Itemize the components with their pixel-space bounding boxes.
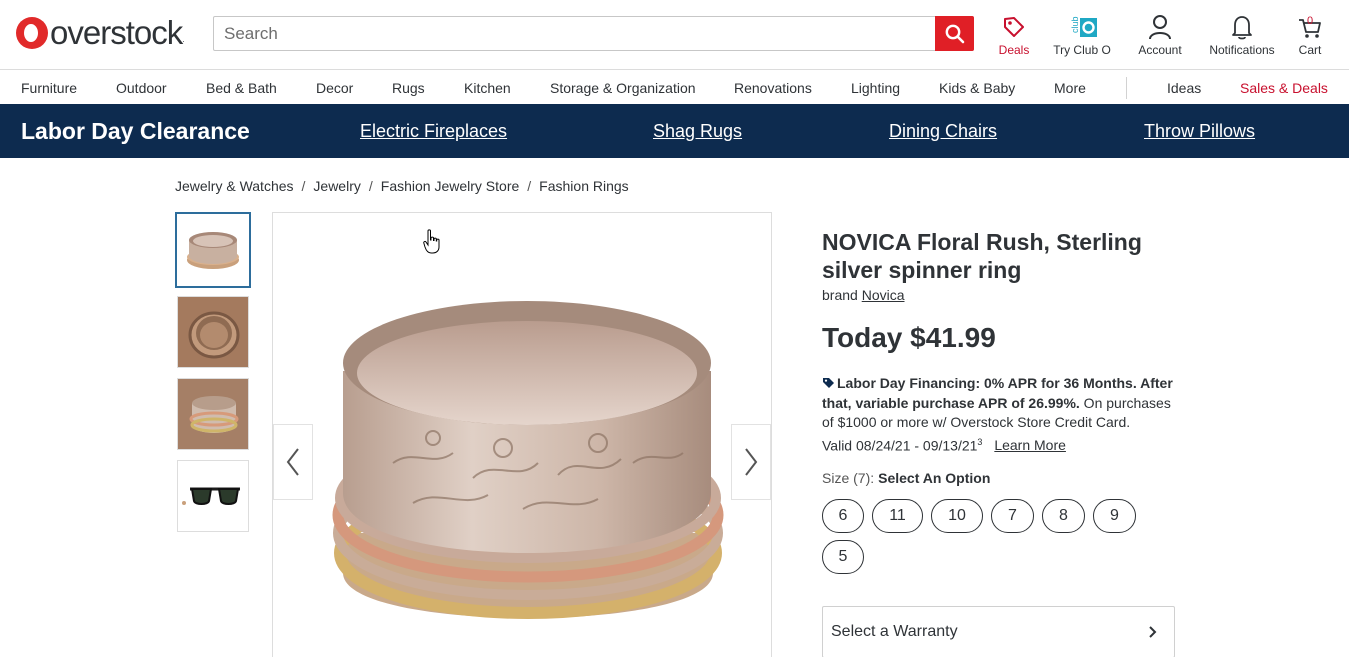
- product-brand: brand Novica: [822, 287, 905, 303]
- search-bar: [213, 16, 974, 51]
- nav-item-furniture[interactable]: Furniture: [21, 80, 77, 96]
- size-option-8[interactable]: 8: [1042, 499, 1085, 533]
- nav-item-more[interactable]: More: [1054, 80, 1086, 96]
- deals-link[interactable]: Deals: [996, 14, 1032, 57]
- financing-footnote: 3: [977, 436, 983, 447]
- brand-link[interactable]: Novica: [862, 287, 905, 303]
- size-label-text: Size (7):: [822, 470, 875, 486]
- notifications-link[interactable]: Notifications: [1206, 14, 1278, 57]
- banner-link-shag-rugs[interactable]: Shag Rugs: [653, 121, 742, 142]
- account-link[interactable]: Account: [1136, 14, 1184, 57]
- cart-label: Cart: [1298, 43, 1322, 57]
- thumbnail-1[interactable]: [175, 212, 251, 288]
- ring-top-view-image: [178, 297, 248, 367]
- nav-item-storage[interactable]: Storage & Organization: [550, 80, 696, 96]
- main-product-image[interactable]: [272, 212, 772, 657]
- tag-icon: [1004, 17, 1024, 37]
- cart-link[interactable]: 0 Cart: [1293, 14, 1327, 57]
- breadcrumb: Jewelry & Watches / Jewelry / Fashion Je…: [175, 178, 629, 194]
- breadcrumb-fashion-rings[interactable]: Fashion Rings: [539, 178, 629, 194]
- learn-more-link[interactable]: Learn More: [994, 437, 1066, 453]
- image-prev-button[interactable]: [273, 424, 313, 500]
- nav-item-sales-deals[interactable]: Sales & Deals: [1240, 80, 1328, 96]
- nav-item-rugs[interactable]: Rugs: [392, 80, 425, 96]
- club-o-label: Try Club O: [1053, 43, 1111, 57]
- site-header: overstock . Deals club Try C: [0, 0, 1349, 70]
- chevron-right-icon: [745, 448, 758, 476]
- user-icon: [1149, 15, 1171, 40]
- notifications-label: Notifications: [1209, 43, 1275, 57]
- size-option-7[interactable]: 7: [991, 499, 1034, 533]
- bell-icon: [1232, 16, 1252, 40]
- spinner-ring-image: [332, 301, 724, 619]
- chevron-left-icon: [286, 448, 299, 476]
- chevron-right-icon: [1149, 626, 1157, 638]
- size-option-10[interactable]: 10: [931, 499, 983, 533]
- banner-link-throw-pillows[interactable]: Throw Pillows: [1144, 121, 1255, 142]
- logo-mark-icon: [16, 17, 48, 49]
- thumbnail-3[interactable]: [177, 378, 249, 450]
- product-price: Today $41.99: [822, 322, 996, 353]
- deals-label: Deals: [998, 43, 1030, 57]
- account-label: Account: [1138, 43, 1182, 57]
- overstock-logo[interactable]: overstock .: [16, 14, 185, 51]
- banner-title: Labor Day Clearance: [21, 118, 250, 144]
- breadcrumb-separator: /: [368, 178, 373, 194]
- size-prompt: Select An Option: [878, 470, 991, 486]
- ring-thumbnail-image: [187, 232, 239, 269]
- warranty-label: Select a Warranty: [831, 623, 958, 640]
- brand-label: brand: [822, 287, 858, 303]
- ring-side-view-image: [178, 379, 248, 449]
- nav-item-ideas[interactable]: Ideas: [1167, 80, 1201, 96]
- thumbnail-2[interactable]: [177, 296, 249, 368]
- club-badge-text: club: [1070, 16, 1080, 33]
- nav-item-kids-baby[interactable]: Kids & Baby: [939, 80, 1015, 96]
- size-option-11[interactable]: 11: [872, 499, 923, 533]
- financing-valid-dates: Valid 08/24/21 - 09/13/21: [822, 437, 978, 454]
- search-input[interactable]: [214, 17, 935, 50]
- nav-item-outdoor[interactable]: Outdoor: [116, 80, 167, 96]
- size-selector-label: Size (7): Select An Option: [822, 470, 990, 486]
- size-option-6[interactable]: 6: [822, 499, 864, 533]
- logo-trademark: .: [182, 35, 185, 44]
- nav-item-kitchen[interactable]: Kitchen: [464, 80, 511, 96]
- nav-item-lighting[interactable]: Lighting: [851, 80, 900, 96]
- thumbnail-4[interactable]: [177, 460, 249, 532]
- hand-cursor-icon: [423, 229, 441, 260]
- size-option-5[interactable]: 5: [822, 540, 864, 574]
- breadcrumb-separator: /: [301, 178, 306, 194]
- nav-item-renovations[interactable]: Renovations: [734, 80, 812, 96]
- nav-item-bed-bath[interactable]: Bed & Bath: [206, 80, 277, 96]
- warranty-selector[interactable]: Select a Warranty: [822, 606, 1175, 657]
- banner-link-electric-fireplaces[interactable]: Electric Fireplaces: [360, 121, 507, 142]
- category-nav: Furniture Outdoor Bed & Bath Decor Rugs …: [0, 71, 1349, 104]
- breadcrumb-separator: /: [527, 178, 532, 194]
- logo-text: overstock: [50, 14, 183, 51]
- search-button[interactable]: [935, 16, 974, 51]
- breadcrumb-fashion-jewelry-store[interactable]: Fashion Jewelry Store: [381, 178, 520, 194]
- product-title: NOVICA Floral Rush, Sterling silver spin…: [822, 229, 1142, 283]
- nav-divider: [1126, 77, 1127, 99]
- size-option-9[interactable]: 9: [1093, 499, 1136, 533]
- club-o-link[interactable]: club Try Club O: [1050, 14, 1114, 57]
- search-icon: [945, 24, 964, 43]
- tag-icon: [823, 378, 834, 388]
- sunglasses-image: [178, 461, 248, 531]
- banner-link-dining-chairs[interactable]: Dining Chairs: [889, 121, 997, 142]
- breadcrumb-jewelry[interactable]: Jewelry: [313, 178, 360, 194]
- cart-count-badge: 0: [1307, 15, 1314, 27]
- promo-banner: Labor Day Clearance Electric Fireplaces …: [0, 104, 1349, 158]
- nav-item-decor[interactable]: Decor: [316, 80, 353, 96]
- club-o-icon: club: [1070, 16, 1097, 37]
- financing-offer: Labor Day Financing: 0% APR for 36 Month…: [822, 374, 1178, 456]
- breadcrumb-jewelry-watches[interactable]: Jewelry & Watches: [175, 178, 294, 194]
- image-next-button[interactable]: [731, 424, 771, 500]
